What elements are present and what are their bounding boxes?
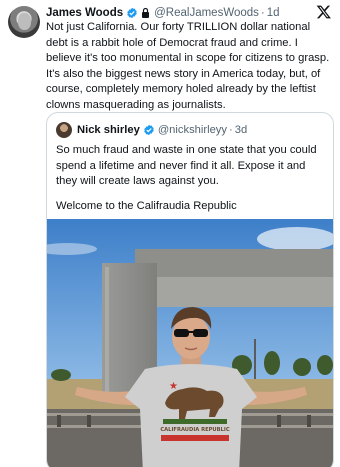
quoted-author-name[interactable]: Nick shirley bbox=[77, 124, 140, 136]
overpass-deck bbox=[135, 249, 333, 277]
pillar-highlight bbox=[105, 267, 109, 397]
post-header: James Woods @RealJamesWoods · 1d bbox=[46, 5, 316, 21]
cloud bbox=[257, 227, 333, 251]
overpass-beam bbox=[147, 277, 333, 307]
shirt-star-icon: ★ bbox=[169, 381, 178, 392]
quoted-timestamp[interactable]: 3d bbox=[235, 124, 247, 136]
utility-pole bbox=[254, 339, 256, 379]
verified-badge-icon bbox=[127, 7, 137, 19]
lock-icon bbox=[142, 7, 150, 18]
sunglasses-left bbox=[174, 329, 189, 337]
avatar-face bbox=[18, 13, 31, 30]
author-name[interactable]: James Woods bbox=[46, 7, 123, 19]
shirt-text: CALIFRAUDIA REPUBLIC bbox=[160, 427, 229, 433]
quoted-photo[interactable]: ★ CALIFRAUDIA REPUBLIC bbox=[47, 219, 333, 467]
post-card[interactable]: James Woods @RealJamesWoods · 1d Not jus… bbox=[0, 0, 340, 467]
quoted-author-handle[interactable]: @nickshirleyy bbox=[158, 124, 227, 136]
shirt-stripe bbox=[161, 435, 229, 441]
post-timestamp[interactable]: 1d bbox=[267, 7, 280, 19]
author-avatar[interactable] bbox=[8, 6, 40, 38]
verified-badge-icon bbox=[144, 124, 154, 136]
header-separator: · bbox=[260, 7, 265, 19]
quoted-text: So much fraud and waste in one state tha… bbox=[56, 144, 317, 187]
quoted-author-avatar[interactable] bbox=[56, 122, 72, 138]
t-shirt bbox=[125, 364, 257, 467]
post-text: Not just California. Our forty TRILLION … bbox=[46, 21, 330, 111]
quoted-post[interactable]: Nick shirley @nickshirleyy · 3d So much … bbox=[46, 112, 334, 467]
quoted-header: Nick shirley @nickshirleyy · 3d bbox=[56, 122, 247, 138]
photo-scene: ★ CALIFRAUDIA REPUBLIC bbox=[47, 219, 333, 467]
author-handle[interactable]: @RealJamesWoods bbox=[154, 7, 259, 19]
sunglasses-bridge bbox=[188, 331, 194, 333]
shirt-grass bbox=[163, 419, 227, 424]
sunglasses-right bbox=[193, 329, 208, 337]
x-logo-icon bbox=[316, 5, 331, 19]
quoted-header-separator: · bbox=[229, 124, 233, 136]
quoted-text-tagline: Welcome to the Califraudia Republic bbox=[56, 200, 237, 212]
